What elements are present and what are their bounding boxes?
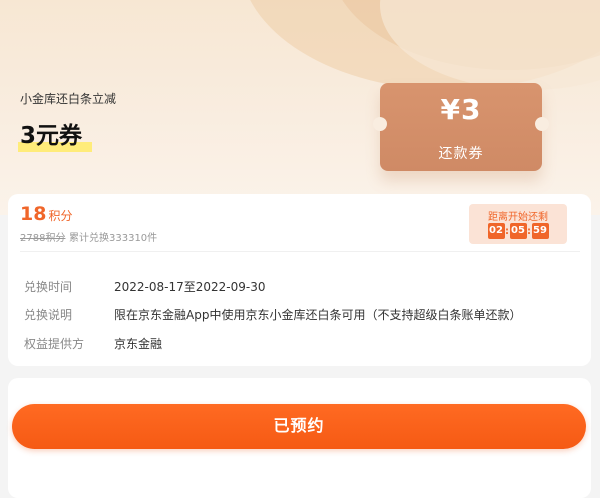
coupon-amount: ¥3 (440, 93, 482, 126)
detail-value: 2022-08-17至2022-09-30 (114, 280, 266, 294)
detail-key: 权益提供方 (24, 337, 85, 351)
countdown-separator: : (527, 225, 531, 237)
hero-banner: 小金库还白条立减 3元券 ¥3 还款券 (0, 0, 600, 215)
hero-title-text: 3元券 (20, 123, 83, 149)
points-unit: 积分 (48, 209, 73, 223)
reserved-button[interactable]: 已预约 (12, 404, 586, 449)
redeemed-count: 累计兑换333310件 (69, 233, 158, 244)
divider (20, 251, 580, 252)
hero-title: 3元券 (18, 116, 92, 152)
detail-key: 兑换说明 (24, 308, 73, 322)
countdown-hours: 02 (487, 223, 505, 239)
countdown-timer: 距离开始还剩 02:05:59 (469, 204, 567, 244)
original-price: 2788积分 (20, 233, 66, 244)
points-price: 18 积分 (20, 203, 72, 225)
countdown-minutes: 05 (509, 223, 527, 239)
detail-value: 限在京东金融App中使用京东小金库还白条可用（不支持超级白条账单还款） (114, 308, 522, 322)
coupon-info-card: 18 积分 2788积分 累计兑换333310件 距离开始还剩 02:05:59 … (8, 194, 591, 366)
detail-value: 京东金融 (114, 337, 163, 351)
countdown-label: 距离开始还剩 (488, 212, 548, 223)
countdown-separator: : (505, 225, 509, 237)
hero-subtitle: 小金库还白条立减 (20, 92, 117, 106)
coupon-label: 还款券 (438, 146, 484, 162)
detail-key: 兑换时间 (24, 280, 73, 294)
countdown-seconds: 59 (531, 223, 549, 239)
coupon-ticket: ¥3 还款券 (373, 83, 549, 171)
points-value: 18 (20, 203, 47, 225)
countdown-digits: 02:05:59 (469, 223, 567, 239)
